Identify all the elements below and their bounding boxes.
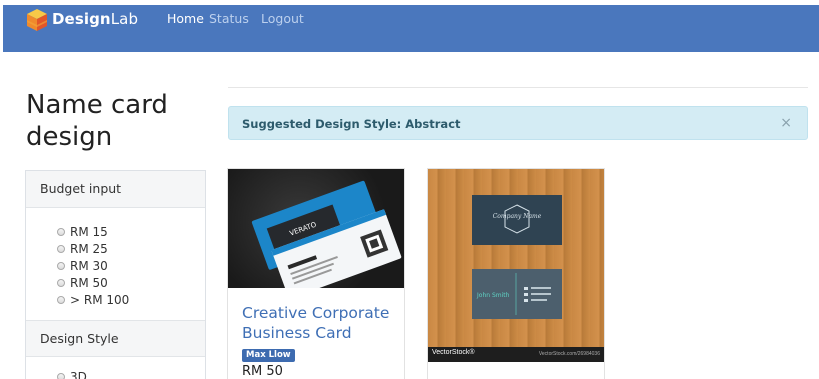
alert-message: Suggested Design Style: Abstract: [242, 117, 461, 131]
radio-button[interactable]: [57, 227, 65, 236]
radio-button[interactable]: [57, 278, 65, 287]
nav-logout-link[interactable]: Logout: [261, 11, 304, 26]
brand-logo[interactable]: DesignLab: [23, 6, 138, 34]
budget-option-50[interactable]: RM 50: [57, 274, 205, 291]
card-person-name: John Smith: [476, 292, 510, 299]
budget-header: Budget input: [26, 171, 205, 208]
content-divider: [228, 87, 808, 88]
budget-option-100-plus[interactable]: > RM 100: [57, 291, 205, 308]
page-title: Name card design: [26, 90, 168, 152]
vectorstock-logo: VectorStock®: [432, 349, 475, 356]
close-icon[interactable]: ×: [780, 115, 792, 131]
radio-button[interactable]: [57, 373, 65, 379]
design-style-options: 3D: [26, 357, 205, 379]
product-title[interactable]: Creative Corporate Business Card: [242, 303, 402, 343]
suggestion-alert: Suggested Design Style: Abstract ×: [228, 106, 808, 140]
design-style-header: Design Style: [26, 320, 205, 357]
nav-status-link[interactable]: Status: [209, 11, 249, 26]
product-card[interactable]: VERATO Creative Corporate Business Card …: [227, 168, 405, 379]
radio-button[interactable]: [57, 261, 65, 270]
watermark-url: VectorStock.com/26984036: [538, 351, 600, 357]
radio-button[interactable]: [57, 244, 65, 253]
budget-options: RM 15 RM 25 RM 30 RM 50 > RM 100: [26, 208, 205, 320]
nav-home-link[interactable]: Home: [167, 11, 204, 26]
product-price: RM 50: [242, 364, 283, 379]
card-logo-text: Company Name: [493, 213, 542, 220]
product-card[interactable]: Company Name John Smith VectorStock® Vec…: [427, 168, 605, 379]
business-card-illustration: VERATO: [251, 180, 402, 288]
radio-button[interactable]: [57, 295, 65, 304]
product-image[interactable]: VERATO: [228, 169, 404, 288]
watermark-bar: VectorStock® VectorStock.com/26984036: [428, 347, 604, 362]
cube-logo-icon: [27, 9, 47, 31]
brand-name: DesignLab: [52, 10, 139, 28]
navbar: DesignLab Home Status Logout: [3, 5, 819, 52]
filter-sidebar: Budget input RM 15 RM 25 RM 30 RM 50 > R…: [25, 170, 206, 379]
product-image[interactable]: Company Name John Smith VectorStock® Vec…: [428, 169, 604, 362]
business-card-illustration: Company Name John Smith: [472, 195, 562, 319]
budget-option-25[interactable]: RM 25: [57, 240, 205, 257]
budget-option-30[interactable]: RM 30: [57, 257, 205, 274]
budget-option-15[interactable]: RM 15: [57, 223, 205, 240]
price-badge: Max Llow: [242, 349, 295, 362]
style-option-3d[interactable]: 3D: [57, 370, 205, 379]
